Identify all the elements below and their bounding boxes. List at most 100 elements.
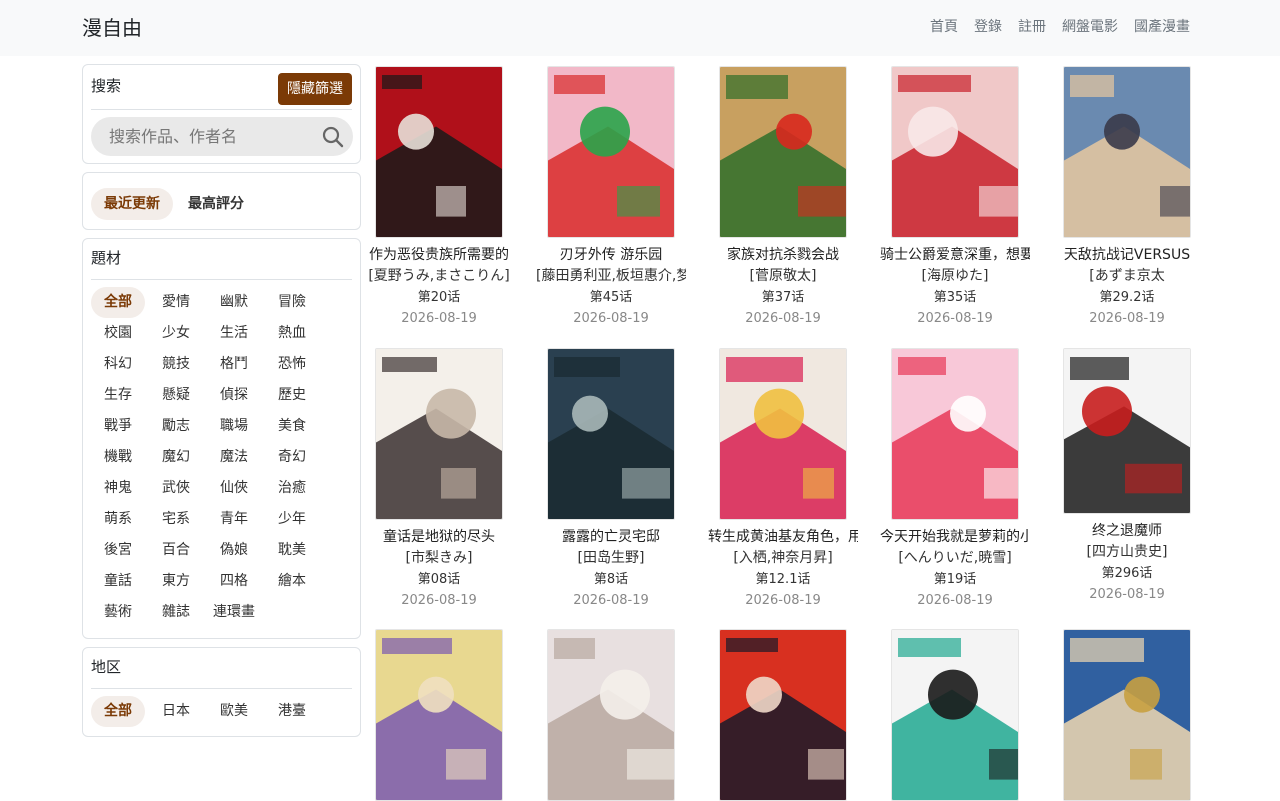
genre-tag[interactable]: 恐怖 bbox=[265, 349, 319, 380]
genre-tag[interactable]: 機戰 bbox=[91, 442, 145, 473]
genre-tag[interactable]: 武俠 bbox=[149, 473, 203, 504]
manga-cover-image[interactable] bbox=[375, 348, 503, 520]
genre-tag[interactable]: 職場 bbox=[207, 411, 261, 442]
manga-title[interactable]: 天敌抗战记VERSUS bbox=[1052, 245, 1202, 265]
genre-tag[interactable]: 歷史 bbox=[265, 380, 319, 411]
search-icon[interactable] bbox=[321, 125, 345, 149]
manga-title[interactable]: 转生成黄油基友角色，用 bbox=[708, 527, 858, 547]
manga-date: 2026-08-19 bbox=[573, 311, 649, 326]
manga-cover-image[interactable] bbox=[547, 348, 675, 520]
manga-cover-image[interactable] bbox=[891, 629, 1019, 801]
manga-card[interactable]: 终之退魔师 [四方山贵史] 第296话 2026-08-19 bbox=[1052, 348, 1202, 605]
genre-tag[interactable]: 懸疑 bbox=[149, 380, 203, 411]
genre-tag[interactable]: 青年 bbox=[207, 504, 261, 535]
manga-title[interactable]: 今天开始我就是萝莉的小 bbox=[880, 527, 1030, 547]
manga-cover-image[interactable] bbox=[375, 66, 503, 238]
manga-cover-image[interactable] bbox=[1063, 66, 1191, 238]
manga-cover-image[interactable] bbox=[891, 66, 1019, 238]
genre-tag[interactable]: 繪本 bbox=[265, 566, 319, 597]
nav-link-domestic-comics[interactable]: 國產漫畫 bbox=[1134, 17, 1190, 37]
manga-card[interactable]: 今天开始我就是萝莉的小 [へんりいだ,暁雪] 第19话 2026-08-19 bbox=[880, 348, 1030, 611]
genre-tag[interactable]: 美食 bbox=[265, 411, 319, 442]
manga-title[interactable]: 童话是地狱的尽头 bbox=[364, 527, 514, 547]
genre-tag[interactable]: 偵探 bbox=[207, 380, 261, 411]
manga-cover-image[interactable] bbox=[891, 348, 1019, 520]
manga-cover-image[interactable] bbox=[719, 629, 847, 801]
manga-cover-image[interactable] bbox=[547, 629, 675, 801]
nav-link-home[interactable]: 首頁 bbox=[930, 17, 958, 37]
manga-cover-image[interactable] bbox=[547, 66, 675, 238]
manga-card[interactable] bbox=[880, 629, 1030, 801]
genre-tag[interactable]: 萌系 bbox=[91, 504, 145, 535]
genre-tag[interactable]: 東方 bbox=[149, 566, 203, 597]
genre-tag[interactable]: 戰爭 bbox=[91, 411, 145, 442]
genre-tag[interactable]: 神鬼 bbox=[91, 473, 145, 504]
manga-card[interactable]: 露露的亡灵宅邸 [田岛生野] 第8话 2026-08-19 bbox=[536, 348, 686, 611]
manga-card[interactable]: 骑士公爵爱意深重，想要 [海原ゆた] 第35话 2026-08-19 bbox=[880, 66, 1030, 329]
sort-tab-latest[interactable]: 最近更新 bbox=[91, 188, 173, 220]
region-tag[interactable]: 港臺 bbox=[265, 696, 319, 727]
genre-tag[interactable]: 藝術 bbox=[91, 597, 145, 628]
manga-title[interactable]: 作为恶役贵族所需要的 bbox=[364, 245, 514, 265]
manga-card[interactable] bbox=[536, 629, 686, 801]
manga-title[interactable]: 刃牙外传 游乐园 bbox=[536, 245, 686, 265]
genre-tag[interactable]: 科幻 bbox=[91, 349, 145, 380]
genre-tag[interactable]: 生活 bbox=[207, 318, 261, 349]
sort-tab-top-rated[interactable]: 最高評分 bbox=[175, 188, 257, 220]
manga-title[interactable]: 终之退魔师 bbox=[1052, 521, 1202, 541]
genre-tag[interactable]: 後宮 bbox=[91, 535, 145, 566]
manga-card[interactable] bbox=[708, 629, 858, 801]
nav-link-register[interactable]: 註冊 bbox=[1018, 17, 1046, 37]
manga-card[interactable]: 天敌抗战记VERSUS [あずま京太 第29.2话 2026-08-19 bbox=[1052, 66, 1202, 329]
manga-card[interactable] bbox=[364, 629, 514, 801]
genre-tag[interactable]: 百合 bbox=[149, 535, 203, 566]
region-tag[interactable]: 全部 bbox=[91, 696, 145, 727]
manga-cover-image[interactable] bbox=[719, 66, 847, 238]
manga-cover-image[interactable] bbox=[1063, 348, 1191, 514]
site-brand[interactable]: 漫自由 bbox=[82, 15, 142, 41]
genre-tag[interactable]: 魔幻 bbox=[149, 442, 203, 473]
genre-tag[interactable]: 雜誌 bbox=[149, 597, 203, 628]
nav-link-movies[interactable]: 網盤電影 bbox=[1062, 17, 1118, 37]
genre-tag[interactable]: 格鬥 bbox=[207, 349, 261, 380]
genre-tag[interactable]: 四格 bbox=[207, 566, 261, 597]
genre-tag[interactable]: 奇幻 bbox=[265, 442, 319, 473]
region-tag[interactable]: 日本 bbox=[149, 696, 203, 727]
genre-tag[interactable]: 生存 bbox=[91, 380, 145, 411]
genre-tag[interactable]: 宅系 bbox=[149, 504, 203, 535]
manga-title[interactable]: 骑士公爵爱意深重，想要 bbox=[880, 245, 1030, 265]
genre-tag[interactable]: 少年 bbox=[265, 504, 319, 535]
genre-tag[interactable]: 少女 bbox=[149, 318, 203, 349]
genre-tag[interactable]: 耽美 bbox=[265, 535, 319, 566]
manga-cover-image[interactable] bbox=[1063, 629, 1191, 801]
genre-tag[interactable]: 魔法 bbox=[207, 442, 261, 473]
genre-tag[interactable]: 仙俠 bbox=[207, 473, 261, 504]
genre-tag[interactable]: 治癒 bbox=[265, 473, 319, 504]
nav-link-login[interactable]: 登錄 bbox=[974, 17, 1002, 37]
genre-tag[interactable]: 連環畫 bbox=[207, 597, 261, 628]
region-tag[interactable]: 歐美 bbox=[207, 696, 261, 727]
manga-title[interactable]: 家族对抗杀戮会战 bbox=[708, 245, 858, 265]
search-input[interactable] bbox=[101, 117, 311, 156]
genre-tag[interactable]: 冒險 bbox=[265, 287, 319, 318]
genre-tag[interactable]: 愛情 bbox=[149, 287, 203, 318]
manga-card[interactable]: 作为恶役贵族所需要的 [夏野うみ,まさこりん] 第20话 2026-08-19 bbox=[364, 66, 514, 329]
genre-tag[interactable]: 童話 bbox=[91, 566, 145, 597]
genre-tag[interactable]: 競技 bbox=[149, 349, 203, 380]
manga-card[interactable]: 转生成黄油基友角色，用 [入栖,神奈月昇] 第12.1话 2026-08-19 bbox=[708, 348, 858, 611]
genre-tag[interactable]: 熱血 bbox=[265, 318, 319, 349]
genre-tag[interactable]: 幽默 bbox=[207, 287, 261, 318]
manga-cover-image[interactable] bbox=[375, 629, 503, 801]
manga-card[interactable] bbox=[1052, 629, 1202, 801]
manga-title[interactable]: 露露的亡灵宅邸 bbox=[536, 527, 686, 547]
hide-filter-button[interactable]: 隱藏篩選 bbox=[278, 73, 352, 105]
genre-tag[interactable]: 勵志 bbox=[149, 411, 203, 442]
manga-cover-image[interactable] bbox=[719, 348, 847, 520]
manga-card[interactable]: 童话是地狱的尽头 [市梨きみ] 第08话 2026-08-19 bbox=[364, 348, 514, 611]
manga-date: 2026-08-19 bbox=[745, 593, 821, 608]
genre-tag[interactable]: 全部 bbox=[91, 287, 145, 318]
manga-card[interactable]: 刃牙外传 游乐园 [藤田勇利亚,板垣惠介,梦 第45话 2026-08-19 bbox=[536, 66, 686, 329]
genre-tag[interactable]: 偽娘 bbox=[207, 535, 261, 566]
genre-tag[interactable]: 校園 bbox=[91, 318, 145, 349]
manga-card[interactable]: 家族对抗杀戮会战 [菅原敬太] 第37话 2026-08-19 bbox=[708, 66, 858, 329]
